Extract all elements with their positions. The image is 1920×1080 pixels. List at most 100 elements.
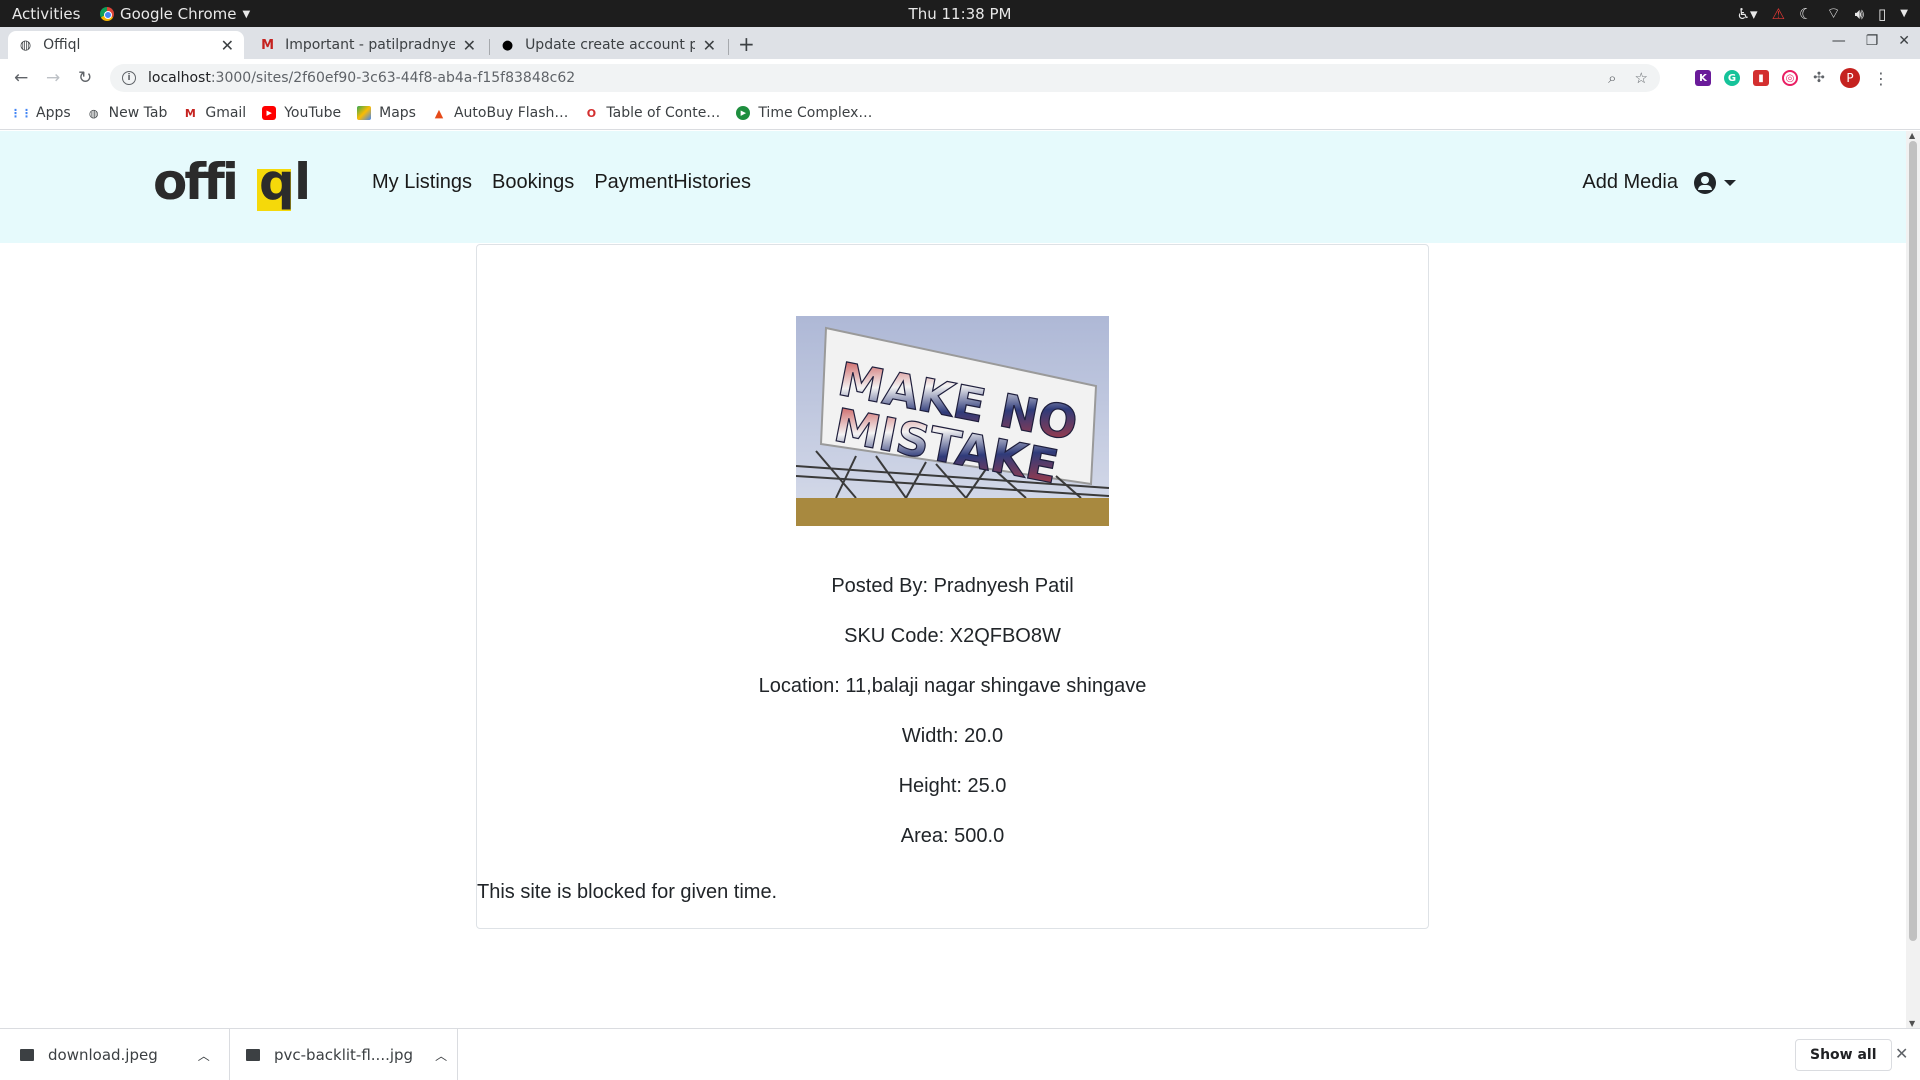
download-item[interactable]: pvc-backlit-fl....jpg ︿ (246, 1029, 458, 1080)
close-tab-icon[interactable]: ✕ (703, 36, 716, 55)
tab-title: Update create account pa (525, 37, 695, 53)
bookmark-label: New Tab (108, 105, 168, 121)
github-icon: ● (501, 37, 514, 53)
record-extension-icon[interactable]: ◎ (1782, 70, 1798, 86)
clock[interactable]: Thu 11:38 PM (0, 5, 1920, 23)
url-path: :3000/sites/2f60ef90-3c63-44f8-ab4a-f15f… (210, 70, 576, 86)
reload-icon[interactable]: ↻ (78, 68, 92, 88)
scroll-up-icon[interactable]: ▲ (1909, 131, 1915, 140)
image-file-icon (246, 1049, 260, 1061)
tab-title: Offiql (43, 37, 81, 53)
youtube-icon: ▶ (262, 106, 277, 120)
downloads-bar: download.jpeg ︿ pvc-backlit-fl....jpg ︿ … (0, 1028, 1920, 1080)
warning-icon[interactable]: ⚠ (1772, 5, 1785, 23)
bookmark-new-tab[interactable]: ◍ New Tab (87, 105, 168, 121)
bookmark-label: Time Complex… (758, 105, 873, 121)
svg-text:q: q (259, 157, 295, 211)
nav-bookings[interactable]: Bookings (492, 171, 574, 194)
app-menu[interactable]: Google Chrome ▼ (100, 5, 250, 23)
night-light-icon: ☾ (1799, 4, 1813, 23)
tab-offiql[interactable]: ◍ Offiql ✕ (8, 31, 244, 59)
close-window-icon[interactable]: ✕ (1898, 33, 1910, 49)
scroll-down-icon[interactable]: ▼ (1909, 1019, 1915, 1028)
accessibility-icon[interactable]: ♿▾ (1737, 5, 1758, 23)
chevron-down-icon: ▼ (242, 8, 251, 20)
gmail-icon: M (261, 37, 274, 53)
close-tab-icon[interactable]: ✕ (221, 36, 234, 55)
offiql-logo[interactable]: offi q l (153, 157, 323, 213)
restore-icon[interactable]: ❐ (1866, 33, 1879, 49)
site-info-icon[interactable]: i (122, 71, 136, 85)
minimize-icon[interactable]: — (1832, 33, 1846, 49)
autobuy-icon: ▲ (434, 106, 444, 120)
bookmark-label: AutoBuy Flash… (453, 105, 569, 121)
bookmark-apps[interactable]: ⋮⋮ Apps (10, 105, 71, 121)
globe-icon: ◍ (19, 37, 32, 53)
bookmark-autobuy[interactable]: ▲ AutoBuy Flash… (432, 105, 569, 121)
listing-card: MAKE NO MISTAKE Posted By: Pradnyesh Pat… (476, 244, 1429, 929)
page-viewport: offi q l My Listings Bookings PaymentHis… (0, 131, 1906, 1028)
show-all-button[interactable]: Show all (1795, 1039, 1892, 1071)
download-filename: download.jpeg (48, 1046, 158, 1064)
close-downloads-icon[interactable]: ✕ (1895, 1044, 1908, 1063)
main-nav: My Listings Bookings PaymentHistories (372, 171, 751, 194)
svg-text:l: l (294, 157, 311, 211)
image-file-icon (20, 1049, 34, 1061)
tab-gmail[interactable]: M Important - patilpradnyesh ✕ (250, 31, 486, 59)
user-circle-icon[interactable] (1694, 171, 1716, 194)
tab-separator (728, 39, 729, 55)
zoom-icon[interactable]: ⌕ (1608, 69, 1616, 87)
kite-extension-icon[interactable]: K (1695, 70, 1711, 86)
wifi-icon: ⌔ (1826, 4, 1841, 22)
system-menu-chevron-icon[interactable]: ▼ (1900, 8, 1908, 19)
page-scrollbar[interactable]: ▲ ▼ (1906, 131, 1920, 1028)
activities-button[interactable]: Activities (12, 5, 80, 23)
caret-down-icon[interactable] (1724, 179, 1736, 186)
nav-right: Add Media (1582, 171, 1736, 194)
back-icon[interactable]: ← (14, 68, 28, 88)
add-media-link[interactable]: Add Media (1582, 171, 1678, 194)
tab-strip: ◍ Offiql ✕ M Important - patilpradnyesh … (0, 27, 1920, 59)
extensions-puzzle-icon[interactable]: ✣ (1811, 70, 1827, 86)
system-top-bar: Activities Google Chrome ▼ Thu 11:38 PM … (0, 0, 1920, 27)
nav-payment-histories[interactable]: PaymentHistories (594, 171, 751, 194)
forward-icon[interactable]: → (46, 68, 60, 88)
download-item[interactable]: download.jpeg ︿ (20, 1029, 230, 1080)
close-tab-icon[interactable]: ✕ (463, 36, 476, 55)
address-bar[interactable]: i localhost:3000/sites/2f60ef90-3c63-44f… (110, 64, 1660, 92)
svg-text:offi: offi (153, 157, 236, 211)
pdf-extension-icon[interactable]: ▮ (1753, 70, 1769, 86)
gmail-icon: M (184, 106, 196, 120)
maps-icon (357, 106, 372, 120)
chevron-up-icon[interactable]: ︿ (198, 1047, 210, 1064)
bookmark-table-of-contents[interactable]: O Table of Conte… (584, 105, 721, 121)
nav-my-listings[interactable]: My Listings (372, 171, 472, 194)
window-controls: — ❐ ✕ (1832, 33, 1910, 49)
chrome-menu-icon[interactable]: ⋮ (1873, 69, 1889, 88)
app-navbar: offi q l My Listings Bookings PaymentHis… (0, 131, 1906, 243)
bookmark-youtube[interactable]: ▶ YouTube (262, 105, 341, 121)
grammarly-extension-icon[interactable]: G (1724, 70, 1740, 86)
opera-icon: O (586, 106, 597, 120)
bookmark-label: YouTube (284, 105, 342, 121)
location: Location: 11,balaji nagar shingave shing… (758, 675, 1147, 697)
battery-icon: ▯ (1878, 4, 1887, 23)
posted-by: Posted By: Pradnyesh Patil (831, 575, 1074, 597)
height: Height: 25.0 (898, 775, 1007, 797)
bookmark-maps[interactable]: Maps (357, 105, 416, 121)
tab-github[interactable]: ● Update create account pa ✕ (490, 31, 726, 59)
bookmark-gmail[interactable]: M Gmail (183, 105, 246, 121)
system-tray[interactable]: ♿▾ ⚠ ☾ ⌔ 🔊︎ ▯ ▼ (1737, 4, 1908, 23)
sku-code: SKU Code: X2QFBO8W (844, 625, 1061, 647)
blocked-message: This site is blocked for given time. (477, 881, 778, 903)
bookmarks-bar: ⋮⋮ Apps ◍ New Tab M Gmail ▶ YouTube Maps… (0, 97, 1920, 130)
bookmark-time-complexity[interactable]: ▶ Time Complex… (736, 105, 872, 121)
chevron-up-icon[interactable]: ︿ (435, 1047, 447, 1064)
scrollbar-thumb[interactable] (1909, 141, 1917, 941)
profile-avatar[interactable]: P (1840, 68, 1860, 88)
bookmark-star-icon[interactable]: ☆ (1635, 69, 1648, 87)
area: Area: 500.0 (900, 825, 1005, 847)
new-tab-button[interactable]: + (738, 32, 755, 56)
bookmark-label: Table of Conte… (606, 105, 721, 121)
url-host: localhost (148, 70, 211, 86)
